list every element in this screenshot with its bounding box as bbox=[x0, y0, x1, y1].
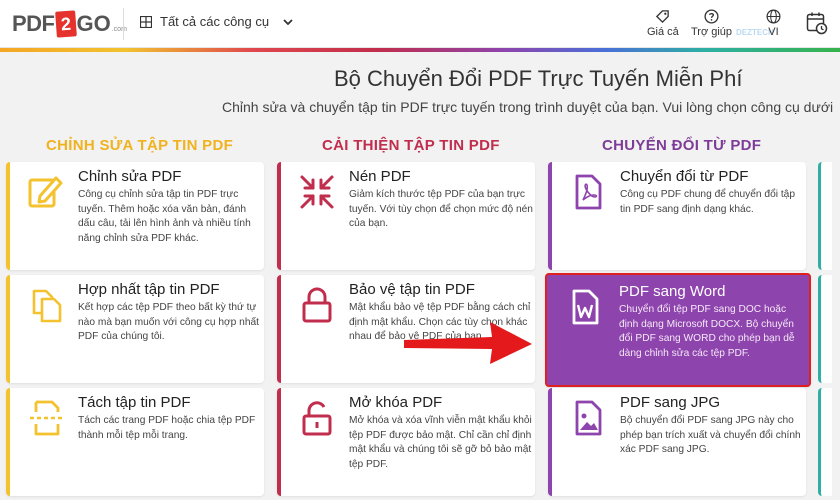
tool-title: PDF sang JPG bbox=[620, 394, 721, 411]
tool-description: Tách các trang PDF hoặc chia tệp PDF thà… bbox=[78, 415, 256, 441]
tool-title: Hợp nhất tập tin PDF bbox=[78, 281, 220, 298]
compress-icon bbox=[300, 175, 334, 209]
tool-title: Mở khóa PDF bbox=[349, 394, 443, 411]
page-subtitle: Chỉnh sửa và chuyển tập tin PDF trực tuy… bbox=[222, 99, 834, 115]
page-title: Bộ Chuyển Đổi PDF Trực Tuyến Miễn Phí bbox=[334, 66, 743, 91]
logo-badge: 2 bbox=[54, 10, 77, 38]
tool-description: Công cụ chỉnh sửa tập tin PDF trực tuyến… bbox=[78, 189, 251, 244]
tool-card-merge-pdf[interactable]: Hợp nhất tập tin PDF Kết hợp các tệp PDF… bbox=[6, 275, 264, 383]
split-icon bbox=[30, 400, 62, 436]
tool-description: Giảm kích thước tệp PDF của bạn trực tuy… bbox=[349, 189, 533, 230]
tool-description: Mở khóa và xóa vĩnh viễn mật khẩu khỏi t… bbox=[349, 415, 532, 470]
tool-title: Nén PDF bbox=[349, 168, 411, 185]
tool-title: PDF sang Word bbox=[619, 283, 726, 300]
all-tools-label: Tất cả các công cụ bbox=[160, 14, 270, 29]
lock-icon bbox=[302, 287, 332, 323]
tool-description: Chuyển đổi tệp PDF sang DOC hoặc định dạ… bbox=[619, 304, 795, 359]
unlock-icon bbox=[302, 401, 332, 436]
image-file-icon bbox=[575, 400, 602, 436]
calendar-clock-icon[interactable] bbox=[806, 11, 828, 35]
tool-card-compress-pdf[interactable]: Nén PDF Giảm kích thước tệp PDF của bạn … bbox=[277, 162, 535, 270]
tool-title: Chuyển đổi từ PDF bbox=[620, 168, 749, 185]
tool-title: Chỉnh sửa PDF bbox=[78, 168, 182, 185]
rainbow-bar bbox=[0, 48, 840, 52]
heading-edit-pdf: CHỈNH SỬA TẬP TIN PDF bbox=[46, 137, 234, 154]
logo-suffix: .com bbox=[111, 25, 127, 33]
chevron-down-icon bbox=[283, 18, 293, 25]
tool-card-split-pdf[interactable]: Tách tập tin PDF Tách các trang PDF hoặc… bbox=[6, 388, 264, 496]
pdf-file-icon bbox=[575, 174, 602, 210]
edit-icon bbox=[28, 176, 63, 208]
next-column-card-edge bbox=[818, 275, 832, 383]
all-tools-menu[interactable]: Tất cả các công cụ bbox=[140, 14, 293, 29]
price-tag-icon bbox=[656, 10, 670, 24]
language-selector[interactable]: VI bbox=[766, 9, 781, 38]
logo-text-right: GO bbox=[76, 11, 111, 36]
tool-title: Bảo vệ tập tin PDF bbox=[349, 281, 475, 298]
pricing-label: Giá cả bbox=[647, 26, 679, 38]
merge-icon bbox=[32, 289, 62, 323]
next-column-card-edge bbox=[818, 388, 832, 496]
heading-optimize-pdf: CẢI THIỆN TẬP TIN PDF bbox=[322, 137, 500, 154]
pdf2go-logo[interactable]: PDF 2 GO .com bbox=[12, 10, 127, 38]
tool-card-pdf-to-jpg[interactable]: PDF sang JPG Bộ chuyển đổi PDF sang JPG … bbox=[548, 388, 806, 496]
tool-description: Mật khẩu bảo vệ tệp PDF bằng cách chỉ đị… bbox=[349, 302, 531, 343]
pricing-link[interactable]: Giá cả bbox=[647, 9, 679, 38]
top-header: PDF 2 GO .com Tất cả các công cụ DEZTECH… bbox=[0, 0, 840, 48]
tool-description: Công cụ PDF chung để chuyển đổi tập tin … bbox=[620, 189, 795, 215]
help-label: Trợ giúp bbox=[691, 26, 733, 38]
tool-card-convert-from-pdf[interactable]: Chuyển đổi từ PDF Công cụ PDF chung để c… bbox=[548, 162, 806, 270]
help-link[interactable]: Trợ giúp bbox=[691, 9, 732, 38]
header-divider bbox=[123, 8, 124, 40]
tool-title: Tách tập tin PDF bbox=[78, 394, 191, 411]
tool-description: Kết hợp các tệp PDF theo bất kỳ thứ tự n… bbox=[78, 302, 260, 343]
globe-icon bbox=[766, 9, 781, 24]
tool-description: Bộ chuyển đổi PDF sang JPG này cho phép … bbox=[620, 415, 801, 456]
grid-icon bbox=[140, 15, 152, 28]
tool-card-pdf-to-word[interactable]: PDF sang Word Chuyển đổi tệp PDF sang DO… bbox=[545, 273, 811, 387]
tool-card-edit-pdf[interactable]: Chỉnh sửa PDF Công cụ chỉnh sửa tập tin … bbox=[6, 162, 264, 270]
tool-card-unlock-pdf[interactable]: Mở khóa PDF Mở khóa và xóa vĩnh viễn mật… bbox=[277, 388, 535, 496]
next-column-card-edge bbox=[818, 162, 832, 270]
language-label: VI bbox=[768, 26, 779, 38]
tool-card-protect-pdf[interactable]: Bảo vệ tập tin PDF Mật khẩu bảo vệ tệp P… bbox=[277, 275, 535, 383]
logo-text-left: PDF bbox=[12, 11, 55, 36]
word-file-icon bbox=[572, 289, 599, 325]
heading-convert-from-pdf: CHUYỂN ĐỔI TỪ PDF bbox=[602, 137, 762, 154]
help-icon bbox=[704, 9, 719, 24]
